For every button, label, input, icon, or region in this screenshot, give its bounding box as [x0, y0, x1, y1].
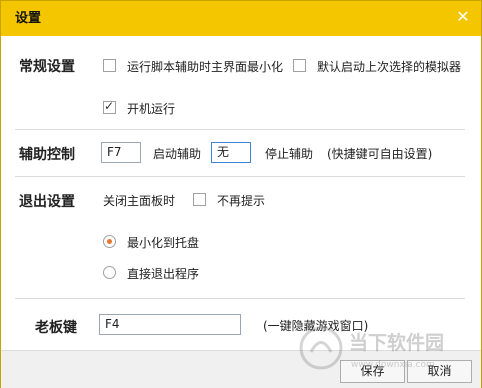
default-emulator-checkbox[interactable] [293, 59, 306, 72]
hotkey-hint: (快捷键可自由设置) [327, 147, 433, 161]
general-section-label: 常规设置 [19, 59, 75, 75]
divider [15, 176, 465, 177]
start-assist-label: 启动辅助 [153, 147, 202, 161]
settings-content: 常规设置 运行脚本辅助时主界面最小化 默认启动上次选择的模拟器 开机运行 辅助控… [1, 36, 481, 350]
title-bar: 设置 [1, 1, 481, 36]
start-hotkey-input[interactable]: F7 [101, 142, 141, 163]
divider [15, 129, 465, 130]
boss-key-label: 老板键 [35, 320, 77, 336]
stop-assist-label: 停止辅助 [265, 147, 314, 161]
exit-program-radio[interactable] [103, 266, 116, 279]
autostart-checkbox[interactable] [103, 99, 116, 114]
boss-key-input[interactable]: F4 [99, 314, 241, 335]
save-button[interactable]: 保存 [340, 360, 405, 383]
minimize-option-label: 运行脚本辅助时主界面最小化 [127, 60, 284, 74]
minimize-checkbox[interactable] [103, 59, 116, 72]
close-icon[interactable]: ✕ [453, 7, 473, 27]
close-panel-label: 关闭主面板时 [103, 194, 176, 208]
default-emulator-option-label: 默认启动上次选择的模拟器 [317, 60, 462, 74]
minimize-tray-option-label: 最小化到托盘 [127, 236, 200, 250]
dialog-footer: 保存 取消 [1, 350, 481, 388]
divider [15, 298, 465, 299]
autostart-option-label: 开机运行 [127, 102, 176, 116]
no-prompt-checkbox[interactable] [193, 193, 206, 206]
minimize-tray-radio[interactable] [103, 235, 116, 248]
assist-section-label: 辅助控制 [19, 147, 75, 163]
cancel-button[interactable]: 取消 [407, 360, 472, 383]
stop-hotkey-input[interactable]: 无 [211, 142, 251, 163]
exit-section-label: 退出设置 [19, 194, 75, 210]
dialog-title: 设置 [15, 11, 42, 26]
exit-program-option-label: 直接退出程序 [127, 267, 200, 281]
settings-dialog: 设置 ✕ 常规设置 运行脚本辅助时主界面最小化 默认启动上次选择的模拟器 开机运… [0, 0, 482, 388]
no-prompt-option-label: 不再提示 [217, 194, 266, 208]
boss-key-hint: (一键隐藏游戏窗口) [263, 319, 369, 333]
